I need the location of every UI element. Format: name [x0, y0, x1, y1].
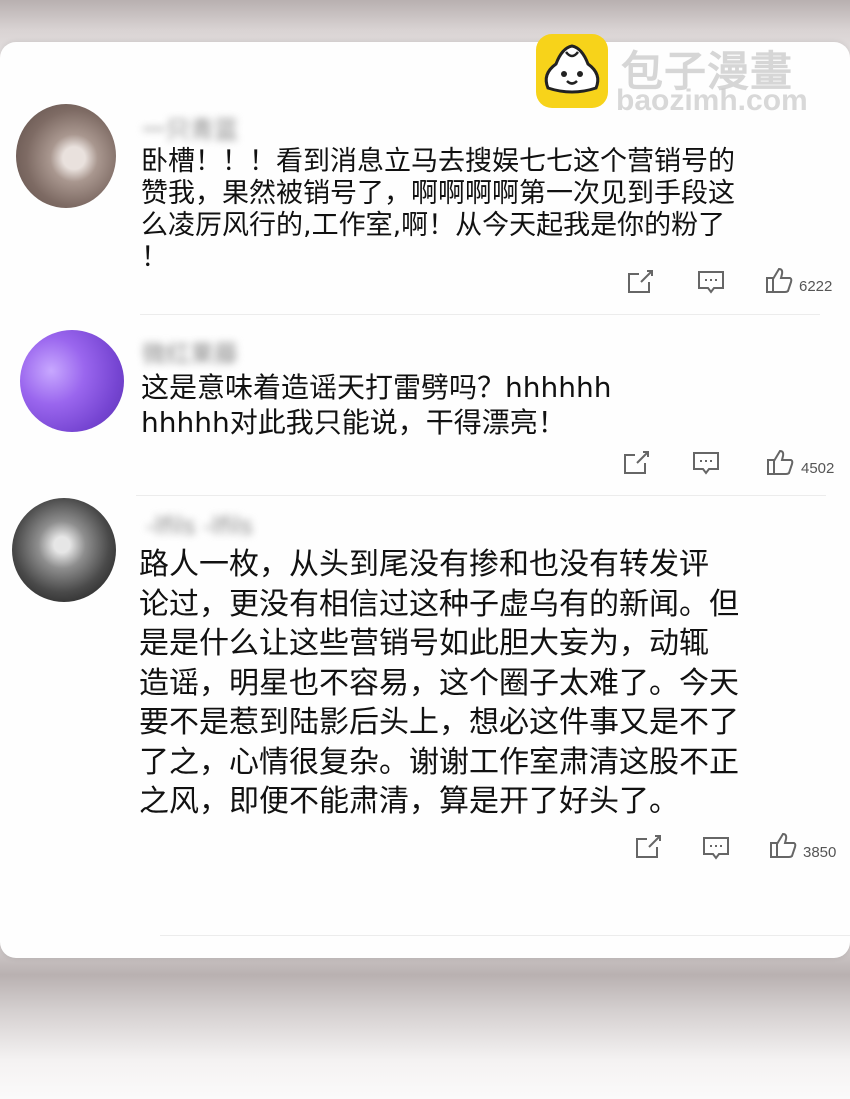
thumbs-up-icon[interactable]: [765, 448, 795, 476]
username[interactable]: -lfils -lfils: [146, 512, 253, 540]
avatar[interactable]: [12, 498, 116, 602]
comment-text: 路人一枚，从头到尾没有掺和也没有转发评 论过，更没有相信过这种子虚乌有的新闻。但…: [139, 547, 739, 819]
like-count: 6222: [799, 278, 833, 295]
bun-face-icon: [536, 34, 608, 108]
like-count: 3850: [803, 844, 837, 861]
thumbs-up-icon[interactable]: [768, 831, 798, 859]
divider: [140, 314, 820, 315]
comment-icon[interactable]: [691, 449, 721, 477]
comment-icon[interactable]: [696, 268, 726, 296]
thumbs-up-icon[interactable]: [764, 266, 794, 294]
like-count: 4502: [801, 460, 835, 477]
comment-icon[interactable]: [701, 834, 731, 862]
share-icon[interactable]: [633, 833, 663, 861]
username[interactable]: 一只青蓝: [142, 110, 238, 145]
avatar[interactable]: [20, 330, 124, 432]
comment-text: 这是意味着造谣天打雷劈吗？hhhhhh hhhhh对此我只能说，干得漂亮！: [141, 371, 612, 439]
watermark-url: baozimh.com: [616, 84, 808, 117]
share-icon[interactable]: [625, 268, 655, 296]
avatar[interactable]: [16, 104, 116, 208]
share-icon[interactable]: [621, 449, 651, 477]
divider: [136, 495, 826, 496]
username[interactable]: 微红果藤: [142, 334, 238, 369]
divider: [160, 935, 850, 936]
comment-text: 卧槽！！！看到消息立马去搜娱七七这个营销号的 赞我，果然被销号了，啊啊啊啊第一次…: [141, 146, 735, 273]
